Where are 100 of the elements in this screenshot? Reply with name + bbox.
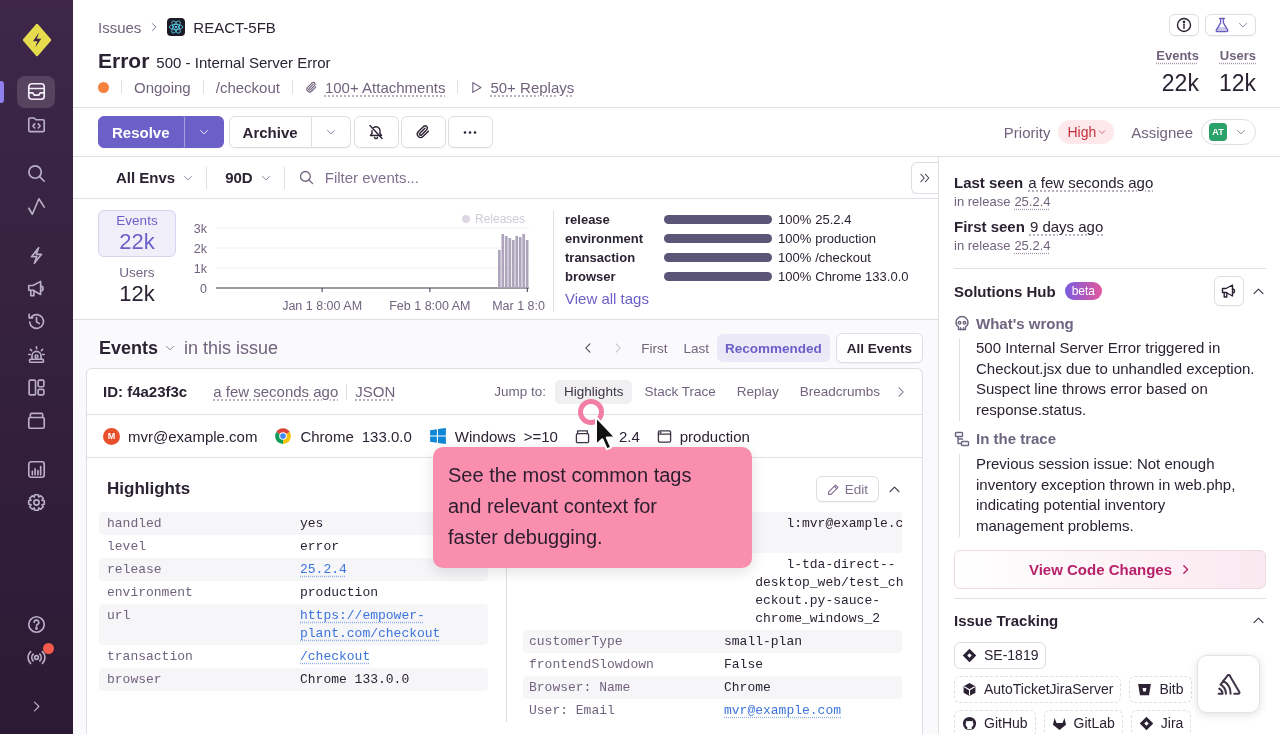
stat-toggle[interactable]: Users 12k [98,262,176,309]
highlight-link[interactable]: 25.2.4 [300,560,347,579]
user-avatar: M [103,427,120,445]
integration-chip[interactable]: GitHub [954,709,1036,734]
section-tab[interactable]: Replay [727,379,788,404]
all-events-button[interactable]: All Events [835,333,923,363]
integration-chip[interactable]: SE-1819 [954,641,1047,669]
tag-value: /checkout [815,250,871,265]
release-label: in release [954,237,1011,255]
diamond-icon [1138,715,1154,731]
highlight-link[interactable]: /checkout [300,647,371,666]
integration-chip[interactable]: GitLab [1043,709,1123,734]
highlight-key: browser [107,670,300,689]
priority-dropdown[interactable]: High [1058,120,1115,144]
breadcrumb-current: REACT-5FB [193,18,276,36]
info-button[interactable] [1169,14,1199,36]
period-dropdown[interactable]: 90D [207,161,284,194]
archive-button[interactable]: Archive [228,116,312,148]
play-icon [470,80,484,94]
solution-heading: In the trace [976,430,1057,448]
highlight-key: Browser: Name [529,678,724,697]
bar-chart-icon [26,460,46,479]
axis-label: Jan 1 8:00 AM [282,299,363,313]
assignee-label: Assignee [1131,123,1193,141]
section-tab[interactable]: Breadcrumbs [790,379,889,404]
atom-icon [167,18,186,36]
box-icon [574,428,590,444]
context-version: >=10 [523,427,558,445]
release-label: in release [954,193,1011,211]
event-view-tab[interactable]: Last [675,334,717,362]
issue-meta: /checkout [215,78,280,96]
highlight-key: level [107,537,300,556]
event-time: a few seconds ago [213,383,339,400]
section-tab[interactable]: Stack Trace [635,379,725,404]
stat-value: 12k [1218,69,1256,97]
environment-dropdown[interactable]: All Envs [98,161,207,194]
floating-action-button[interactable] [1197,655,1260,713]
highlight-value: error [300,537,339,556]
edit-button[interactable]: Edit [815,476,879,502]
json-link[interactable]: JSON [355,383,396,400]
tag-percent: 100% [778,269,812,284]
megaphone-icon [26,279,46,298]
copy-link-button[interactable] [400,116,446,148]
pulse-icon [26,197,46,216]
integration-chip[interactable]: AutoTicketJiraServer [954,675,1122,703]
highlight-key: frontendSlowdown [529,655,724,674]
context-value: production [679,427,750,445]
archive-icon [26,411,46,430]
axis-label: Feb 1 8:00 AM [389,299,471,313]
cube-icon [962,681,977,697]
stat-toggle[interactable]: Events 22k [98,210,176,257]
replays-link[interactable]: 50+ Replays [470,78,575,96]
seen-label: First seen [954,217,1025,237]
tag-name: browser [565,269,617,284]
highlight-value: False [724,655,763,674]
stat-label: Events [1156,48,1199,64]
integration-chip[interactable]: Bitb [1129,675,1192,703]
selection-indicator [0,80,4,103]
highlight-value: small-plan [724,632,802,651]
highlight-key: User: Email [529,701,724,720]
sidebar-item[interactable] [17,75,55,108]
assignee-dropdown[interactable]: AT [1201,119,1256,145]
attachments-link[interactable]: 100+ Attachments [304,78,446,96]
tag-name: environment [565,231,644,246]
view-code-changes-button[interactable]: View Code Changes [954,549,1266,589]
context-value: Chrome [300,427,354,445]
section-title: Highlights [107,479,191,499]
context-value: Windows [454,427,516,445]
feature-menu-button[interactable] [1205,14,1256,36]
info-icon [1176,17,1192,33]
axis-label: 0 [200,281,207,296]
axis-label: 2k [193,241,207,256]
flask-icon [1213,17,1230,33]
release-version: 25.2.4 [1014,193,1051,211]
stat-label: Users [1219,48,1256,64]
priority-label: Priority [1003,123,1051,141]
expand-panel-button[interactable] [911,161,938,194]
highlight-key: environment [107,583,300,602]
section-tab[interactable]: Highlights [555,379,633,404]
axis-label: 1k [193,261,207,276]
event-view-tab[interactable]: First [633,334,676,362]
context-value: mvr@example.com [128,427,258,445]
mute-button[interactable] [353,116,399,148]
tag-value: Chrome 133.0.0 [815,269,909,284]
highlight-link[interactable]: https://empower-plant.com/checkout [300,606,480,643]
context-value: 2.4 [618,427,640,445]
legend-dot-icon [461,215,470,223]
integration-chip[interactable]: Jira [1130,709,1192,734]
highlight-link[interactable]: mvr@example.com [724,701,842,720]
feedback-button[interactable] [1214,276,1244,306]
diamond-icon [962,647,977,663]
breadcrumb-link[interactable]: Issues [98,18,142,36]
search-field[interactable]: Filter events... [324,165,911,190]
resolve-button[interactable]: Resolve [98,116,184,148]
double-chevron-icon [919,171,931,184]
events-dropdown[interactable]: Events [99,337,176,359]
bucket-icon [1137,681,1153,697]
events-subtitle: in this issue [184,337,279,359]
event-view-tab[interactable]: Recommended [716,334,830,362]
view-all-tags-link[interactable]: View all tags [565,289,649,309]
